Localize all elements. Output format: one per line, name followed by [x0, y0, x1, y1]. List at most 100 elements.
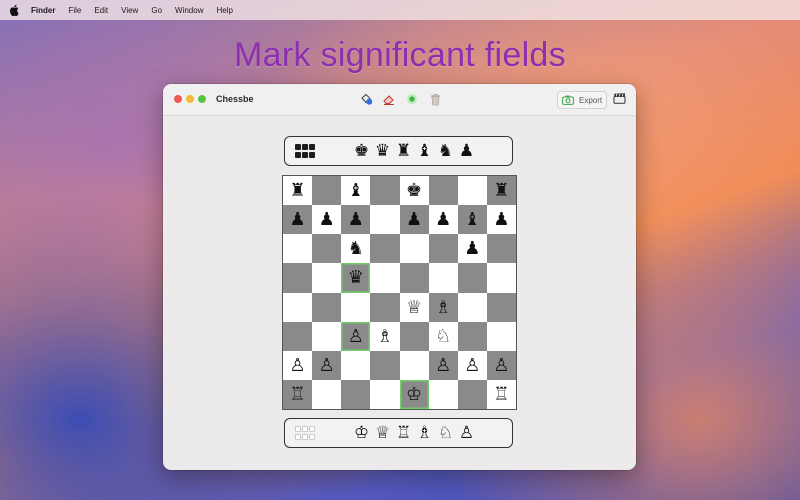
square-d4[interactable] [370, 292, 400, 322]
square-f7[interactable]: ♟ [428, 205, 458, 235]
menu-help[interactable]: Help [216, 6, 232, 15]
title-bar: Chessbe Export [163, 84, 636, 116]
captured-piece: ♞ [437, 141, 454, 161]
square-b1[interactable] [312, 379, 342, 409]
square-h8[interactable]: ♜ [486, 176, 516, 206]
square-f6[interactable] [428, 234, 458, 264]
square-c1[interactable] [341, 379, 371, 409]
menu-finder[interactable]: Finder [31, 6, 55, 15]
square-e4[interactable]: ♕ [399, 292, 429, 322]
square-d3[interactable]: ♗ [370, 321, 400, 351]
grid-icon[interactable] [295, 144, 315, 158]
zoom-button[interactable] [198, 95, 206, 103]
square-g3[interactable] [457, 321, 487, 351]
square-g6[interactable]: ♟ [457, 234, 487, 264]
menu-go[interactable]: Go [151, 6, 162, 15]
captured-piece: ♛ [374, 141, 391, 161]
square-a7[interactable]: ♟ [283, 205, 313, 235]
square-e8[interactable]: ♚ [399, 176, 429, 206]
square-e6[interactable] [399, 234, 429, 264]
square-d8[interactable] [370, 176, 400, 206]
square-h6[interactable] [486, 234, 516, 264]
square-d1[interactable] [370, 379, 400, 409]
square-g4[interactable] [457, 292, 487, 322]
close-button[interactable] [174, 95, 182, 103]
square-d7[interactable] [370, 205, 400, 235]
square-f1[interactable] [428, 379, 458, 409]
square-h7[interactable]: ♟ [486, 205, 516, 235]
square-h2[interactable]: ♙ [486, 350, 516, 380]
square-d6[interactable] [370, 234, 400, 264]
captured-pieces-white-tray: ♔ ♕ ♖ ♗ ♘ ♙ [284, 418, 513, 448]
square-f5[interactable] [428, 263, 458, 293]
square-e7[interactable]: ♟ [399, 205, 429, 235]
captured-piece: ♖ [395, 423, 412, 443]
square-c8[interactable]: ♝ [341, 176, 371, 206]
export-label: Export [579, 95, 603, 105]
square-a2[interactable]: ♙ [283, 350, 313, 380]
square-a4[interactable] [283, 292, 313, 322]
square-h5[interactable] [486, 263, 516, 293]
square-b4[interactable] [312, 292, 342, 322]
square-b3[interactable] [312, 321, 342, 351]
square-c6[interactable]: ♞ [341, 234, 371, 264]
chess-board[interactable]: ♜ ♝ ♚ ♜ ♟ ♟ ♟ ♟ ♟ ♝ ♟ ♞ ♟ ♛ ♕ ♗ ♙ ♗ ♘ ♙ ♙ ♙ ♙ ♙ ♖ ♔ ♖ [282, 175, 517, 410]
square-c2[interactable] [341, 350, 371, 380]
square-g2[interactable]: ♙ [457, 350, 487, 380]
menu-window[interactable]: Window [175, 6, 203, 15]
captured-piece: ♝ [416, 141, 433, 161]
square-b7[interactable]: ♟ [312, 205, 342, 235]
square-c7[interactable]: ♟ [341, 205, 371, 235]
trash-icon[interactable] [428, 92, 442, 106]
square-h4[interactable] [486, 292, 516, 322]
square-b2[interactable]: ♙ [312, 350, 342, 380]
menu-file[interactable]: File [68, 6, 81, 15]
captured-piece: ♚ [353, 141, 370, 161]
square-c5[interactable]: ♛ [341, 263, 371, 293]
square-a3[interactable] [283, 321, 313, 351]
green-dot-icon[interactable] [405, 92, 419, 106]
clapperboard-icon[interactable] [613, 92, 627, 106]
square-c4[interactable] [341, 292, 371, 322]
captured-pieces-black-tray: ♚ ♛ ♜ ♝ ♞ ♟ [284, 136, 513, 166]
square-a5[interactable] [283, 263, 313, 293]
captured-piece: ♙ [458, 423, 475, 443]
square-f8[interactable] [428, 176, 458, 206]
captured-piece: ♜ [395, 141, 412, 161]
square-b6[interactable] [312, 234, 342, 264]
apple-icon[interactable] [9, 4, 21, 16]
square-a6[interactable] [283, 234, 313, 264]
square-c3[interactable]: ♙ [341, 321, 371, 351]
square-b8[interactable] [312, 176, 342, 206]
square-b5[interactable] [312, 263, 342, 293]
square-e1[interactable]: ♔ [399, 379, 429, 409]
square-g8[interactable] [457, 176, 487, 206]
eraser-icon[interactable] [382, 92, 396, 106]
square-g7[interactable]: ♝ [457, 205, 487, 235]
captured-piece: ♘ [437, 423, 454, 443]
square-a8[interactable]: ♜ [283, 176, 313, 206]
square-f4[interactable]: ♗ [428, 292, 458, 322]
captured-piece: ♕ [374, 423, 391, 443]
headline: Mark significant fields [234, 36, 566, 74]
square-a1[interactable]: ♖ [283, 379, 313, 409]
square-d5[interactable] [370, 263, 400, 293]
menu-edit[interactable]: Edit [94, 6, 108, 15]
app-window: Chessbe Export ♚ ♛ ♜ ♝ ♞ ♟ ♜ ♝ ♚ ♜ ♟ ♟ ♟… [163, 84, 636, 470]
menu-view[interactable]: View [121, 6, 138, 15]
square-g5[interactable] [457, 263, 487, 293]
grid-icon[interactable] [295, 426, 315, 440]
square-h1[interactable]: ♖ [486, 379, 516, 409]
square-e3[interactable] [399, 321, 429, 351]
square-f3[interactable]: ♘ [428, 321, 458, 351]
square-e5[interactable] [399, 263, 429, 293]
minimize-button[interactable] [186, 95, 194, 103]
square-d2[interactable] [370, 350, 400, 380]
square-f2[interactable]: ♙ [428, 350, 458, 380]
paint-bucket-icon[interactable] [359, 92, 373, 106]
square-g1[interactable] [457, 379, 487, 409]
export-button[interactable]: Export [557, 91, 607, 109]
square-e2[interactable] [399, 350, 429, 380]
captured-piece: ♟ [458, 141, 475, 161]
square-h3[interactable] [486, 321, 516, 351]
